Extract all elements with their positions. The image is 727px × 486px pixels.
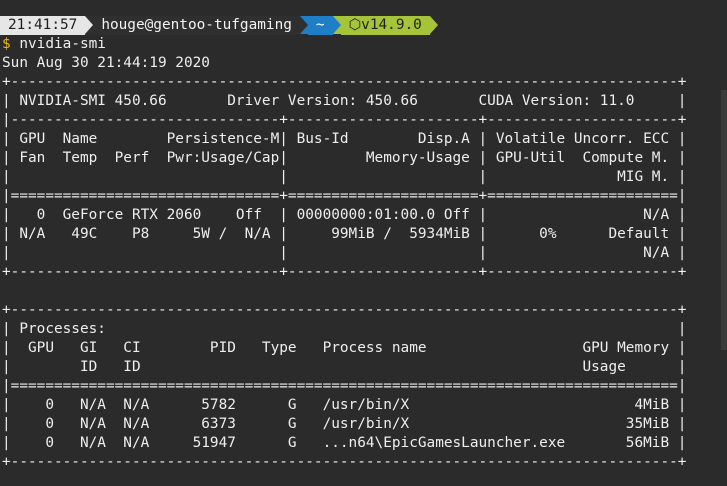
output-line: | NVIDIA-SMI 450.66 Driver Version: 450.… <box>2 93 687 109</box>
prompt-time: 21:41:57 <box>0 16 86 35</box>
prompt-separator <box>332 16 341 34</box>
output-line: | 0 N/A N/A 6373 G /usr/bin/X 35MiB | <box>2 416 687 432</box>
prompt-dollar: $ <box>2 36 11 52</box>
output-line: | 0 N/A N/A 51947 G ...n64\EpicGamesLaun… <box>2 435 687 451</box>
output-line: +-------------------------------+-------… <box>2 264 687 280</box>
node-hexagon-icon: ⬡ <box>348 17 362 33</box>
output-line: |-------------------------------+-------… <box>2 112 687 128</box>
terminal-window[interactable]: 21:41:57 houge@gentoo-tufgaming ~ ⬡ v14.… <box>0 0 727 486</box>
terminal-output: $ nvidia-smi Sun Aug 30 21:44:19 2020 +--… <box>2 35 686 472</box>
prompt-separator <box>429 16 438 34</box>
output-line: | GPU Name Persistence-M| Bus-Id Disp.A … <box>2 131 687 147</box>
output-line: +---------------------------------------… <box>2 454 687 470</box>
output-line: +---------------------------------------… <box>2 74 687 90</box>
prompt-directory: ~ <box>307 16 333 35</box>
output-line: | ID ID Usage | <box>2 359 687 375</box>
output-line: | | | MIG M. | <box>2 169 687 185</box>
prompt-separator <box>299 16 308 34</box>
output-line: | 0 N/A N/A 5782 G /usr/bin/X 4MiB | <box>2 397 687 413</box>
command-text: nvidia-smi <box>10 36 106 52</box>
output-line: +---------------------------------------… <box>2 302 687 318</box>
scrollbar[interactable] <box>721 90 727 350</box>
output-line: |=======================================… <box>2 378 687 394</box>
command-line: $ nvidia-smi <box>2 35 686 54</box>
output-line: |===============================+=======… <box>2 188 687 204</box>
prompt-bar: 21:41:57 houge@gentoo-tufgaming ~ ⬡ v14.… <box>0 16 438 35</box>
output-line: | | | N/A | <box>2 245 687 261</box>
prompt-separator <box>85 16 94 34</box>
output-line: | N/A 49C P8 5W / N/A | 99MiB / 5934MiB … <box>2 226 687 242</box>
node-version-text: v14.9.0 <box>361 17 422 33</box>
prompt-node-version: ⬡ v14.9.0 <box>340 16 430 35</box>
output-line: | GPU GI CI PID Type Process name GPU Me… <box>2 340 687 356</box>
output-line: | Fan Temp Perf Pwr:Usage/Cap| Memory-Us… <box>2 150 687 166</box>
prompt-user-host: houge@gentoo-tufgaming <box>93 16 300 35</box>
output-line: Sun Aug 30 21:44:19 2020 <box>2 55 210 71</box>
output-line: | 0 GeForce RTX 2060 Off | 00000000:01:0… <box>2 207 687 223</box>
output-line: | Processes: | <box>2 321 687 337</box>
